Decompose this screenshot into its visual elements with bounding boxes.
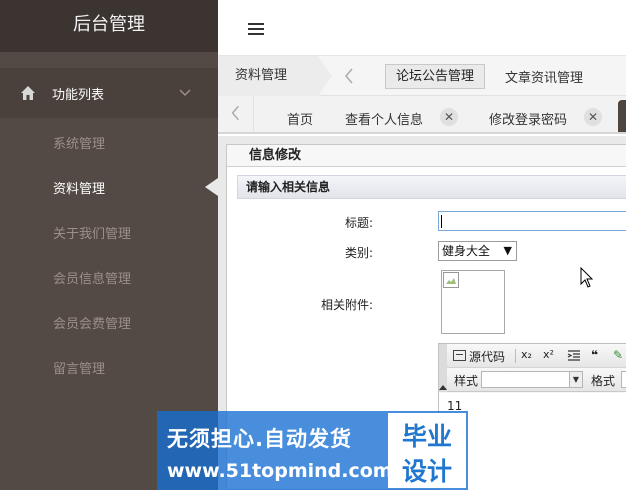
subscript-button[interactable]: x₂ bbox=[521, 348, 532, 361]
source-code-button[interactable]: 源代码 bbox=[469, 348, 505, 365]
watermark-banner: 无须担心.自动发货 www.51topmind.com 毕业 设计 bbox=[157, 411, 468, 490]
more-tools-icon[interactable]: ✎ bbox=[613, 348, 623, 362]
tab-bar: 首页 查看个人信息 ✕ 修改登录密码 ✕ bbox=[218, 96, 626, 134]
hamburger-icon[interactable] bbox=[248, 23, 264, 35]
sidebar-item-message[interactable]: 留言管理 bbox=[53, 358, 105, 377]
home-icon bbox=[21, 86, 35, 100]
dropdown-arrow-icon: ▼ bbox=[569, 372, 582, 387]
sidebar-group-label: 功能列表 bbox=[52, 88, 105, 103]
sidebar-item-data[interactable]: 资料管理 bbox=[53, 178, 105, 197]
format-label: 格式 bbox=[591, 374, 616, 388]
title-input[interactable] bbox=[438, 211, 626, 231]
blockquote-button[interactable]: ❝ bbox=[591, 348, 598, 362]
style-select[interactable]: ▼ bbox=[481, 371, 583, 388]
watermark-badge-top: 毕业 bbox=[401, 422, 452, 451]
breadcrumb-current: 资料管理 bbox=[218, 56, 318, 96]
panel-title: 信息修改 bbox=[227, 145, 626, 167]
toolbar-divider bbox=[515, 349, 516, 363]
module-bar: 资料管理 论坛公告管理 文章资讯管理 bbox=[218, 56, 626, 96]
module-tab-forum-notice[interactable]: 论坛公告管理 bbox=[385, 64, 486, 89]
collapse-triangle-icon[interactable] bbox=[439, 385, 447, 390]
sidebar-group-function-list[interactable]: 功能列表 bbox=[0, 68, 218, 118]
watermark-slogan: 无须担心.自动发货 bbox=[167, 427, 352, 451]
breadcrumb-arrow bbox=[318, 56, 332, 96]
sidebar-item-member-info[interactable]: 会员信息管理 bbox=[53, 268, 131, 287]
dropdown-arrow-icon: ▼ bbox=[503, 244, 512, 257]
attachment-label: 相关附件: bbox=[320, 298, 373, 312]
watermark-badge-bottom: 设计 bbox=[401, 457, 452, 486]
style-label: 样式 bbox=[454, 374, 479, 388]
tab-change-password[interactable]: 修改登录密码 bbox=[489, 109, 567, 128]
source-icon bbox=[453, 350, 466, 361]
editor-toolbar-1: 源代码 x₂ x² ❝ ✎ bbox=[439, 344, 626, 368]
tab-overflow-edge bbox=[618, 100, 626, 132]
attachment-image[interactable] bbox=[441, 270, 505, 334]
category-label: 类别: bbox=[344, 246, 373, 260]
tab-scroll-left-icon[interactable] bbox=[218, 96, 254, 132]
watermark-badge: 毕业 设计 bbox=[388, 413, 466, 488]
chevron-down-icon bbox=[179, 89, 191, 97]
format-select[interactable] bbox=[621, 371, 626, 388]
broken-image-icon bbox=[443, 272, 459, 288]
mouse-cursor-icon bbox=[580, 267, 594, 288]
active-item-pointer bbox=[205, 178, 218, 196]
title-label: 标题: bbox=[344, 216, 373, 230]
sidebar-item-about[interactable]: 关于我们管理 bbox=[53, 223, 131, 242]
close-icon[interactable]: ✕ bbox=[440, 108, 458, 126]
indent-icon[interactable] bbox=[567, 349, 581, 363]
close-icon[interactable]: ✕ bbox=[584, 108, 602, 126]
sidebar-item-member-fee[interactable]: 会员会费管理 bbox=[53, 313, 131, 332]
app-title: 后台管理 bbox=[0, 0, 218, 52]
category-select[interactable]: 健身大全 ▼ bbox=[438, 241, 517, 261]
category-value: 健身大全 bbox=[442, 244, 491, 258]
text-caret bbox=[441, 215, 442, 228]
chevron-left-icon[interactable] bbox=[342, 66, 356, 86]
editor-toolbar-2: 样式 ▼ 格式 bbox=[439, 368, 626, 392]
watermark-url: www.51topmind.com bbox=[167, 460, 393, 482]
superscript-button[interactable]: x² bbox=[543, 348, 554, 361]
section-header: 请输入相关信息 bbox=[237, 175, 626, 199]
sidebar-item-system[interactable]: 系统管理 bbox=[53, 133, 105, 152]
tab-view-profile[interactable]: 查看个人信息 bbox=[345, 109, 423, 128]
module-tab-article-news[interactable]: 文章资讯管理 bbox=[505, 67, 583, 86]
tab-home[interactable]: 首页 bbox=[287, 109, 313, 128]
top-bar bbox=[218, 0, 626, 56]
